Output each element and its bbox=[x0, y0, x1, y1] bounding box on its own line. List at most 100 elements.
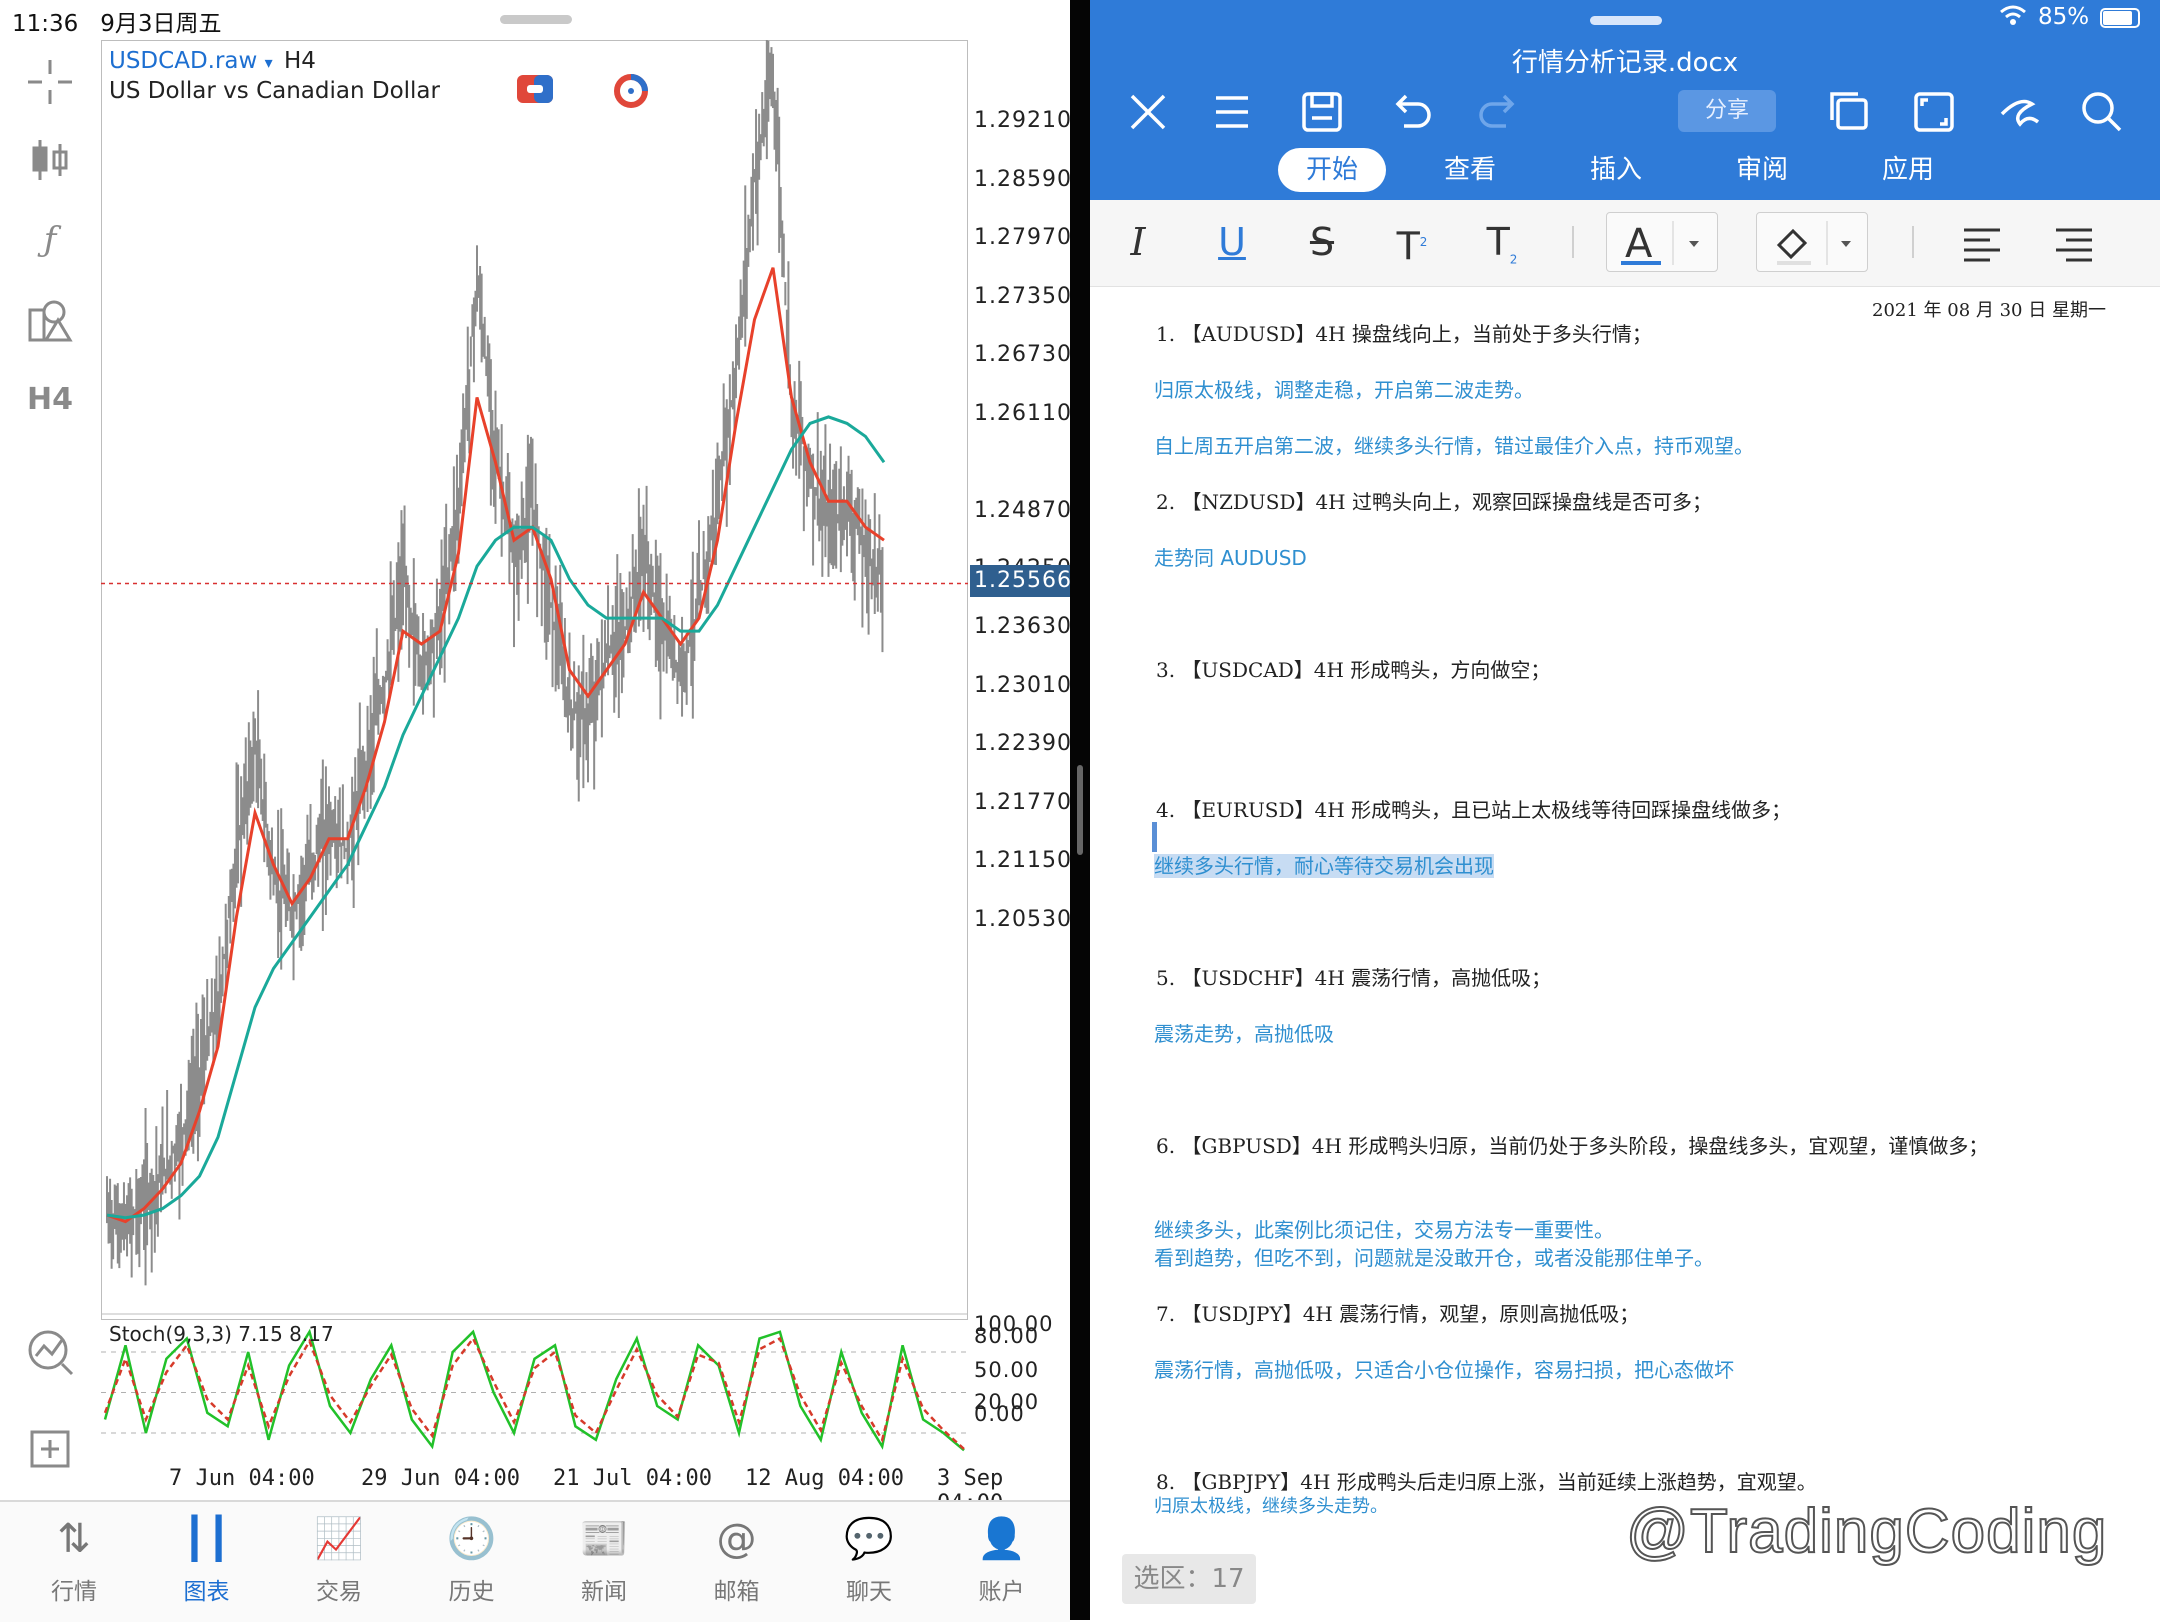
font-color-dropdown[interactable]: A bbox=[1606, 212, 1718, 272]
chart-icon: ┃┃ bbox=[182, 1516, 231, 1562]
price-tick-label: 1.21150 bbox=[974, 848, 1072, 873]
paragraph-text: 看到趋势，但吃不到，问题就是没敢开仓，或者没能那住单子。 bbox=[1154, 1246, 1714, 1270]
copy-pages-icon[interactable] bbox=[1822, 84, 1878, 140]
numbered-paragraph[interactable]: 5. 【USDCHF】4H 震荡行情，高抛低吸； bbox=[1156, 962, 1551, 991]
toolbar-divider bbox=[1572, 226, 1574, 258]
stoch-tick-label: 80.00 bbox=[974, 1324, 1040, 1348]
highlight-dropdown[interactable] bbox=[1756, 212, 1868, 272]
document-title[interactable]: 行情分析记录.docx bbox=[1090, 42, 2160, 79]
paragraph-text: 3. 【USDCAD】4H 形成鸭头，方向做空； bbox=[1156, 658, 1551, 682]
moving-average-slow bbox=[106, 415, 886, 1220]
stoch-signal-line bbox=[103, 1336, 965, 1450]
menu-icon[interactable] bbox=[1204, 84, 1260, 140]
nav-label: 新闻 bbox=[581, 1579, 627, 1605]
align-right-icon[interactable] bbox=[2044, 212, 2104, 272]
numbered-paragraph[interactable]: 7. 【USDJPY】4H 震荡行情，观望，原则高抛低吸； bbox=[1156, 1298, 1639, 1327]
nav-item-chart[interactable]: ┃┃ 图表 bbox=[141, 1502, 273, 1622]
comment-paragraph[interactable]: 震荡走势，高抛低吸 bbox=[1154, 1018, 1334, 1047]
pen-icon[interactable] bbox=[1992, 84, 2048, 140]
paragraph-text: 8. 【GBPJPY】4H 形成鸭头后走归原上涨，当前延续上涨趋势，宜观望。 bbox=[1156, 1470, 1817, 1494]
account-icon: 👤 bbox=[976, 1516, 1027, 1562]
time-axis: 7 Jun 04:00 29 Jun 04:00 21 Jul 04:00 12 Au… bbox=[101, 1466, 1070, 1516]
nav-item-news[interactable]: 📰 新闻 bbox=[538, 1502, 670, 1622]
price-tick-label: 1.28590 bbox=[974, 167, 1072, 192]
comment-paragraph[interactable]: 归原太极线，继续多头走势。 bbox=[1154, 1492, 1388, 1518]
paragraph-text: 归原太极线，调整走稳，开启第二波走势。 bbox=[1154, 378, 1534, 402]
comment-paragraph[interactable]: 走势同 AUDUSD bbox=[1154, 542, 1307, 571]
close-icon[interactable] bbox=[1120, 84, 1176, 140]
comment-paragraph[interactable]: 震荡行情，高抛低吸，只适合小仓位操作，容易扫损，把心态做坏 bbox=[1154, 1354, 1734, 1383]
tab-1[interactable]: 查看 bbox=[1420, 148, 1520, 192]
indicator-f-icon[interactable]: ƒ bbox=[24, 214, 76, 266]
nav-item-chat[interactable]: 💬 聊天 bbox=[803, 1502, 935, 1622]
numbered-paragraph[interactable]: 8. 【GBPJPY】4H 形成鸭头后走归原上涨，当前延续上涨趋势，宜观望。 bbox=[1156, 1466, 1817, 1495]
nav-item-history[interactable]: 🕘 历史 bbox=[406, 1502, 538, 1622]
superscript-icon[interactable]: T2 bbox=[1382, 212, 1442, 272]
tab-4[interactable]: 应用 bbox=[1858, 148, 1958, 192]
paragraph-text: 7. 【USDJPY】4H 震荡行情，观望，原则高抛低吸； bbox=[1156, 1302, 1640, 1326]
search-icon[interactable] bbox=[2074, 84, 2130, 140]
comment-paragraph[interactable]: 继续多头行情，耐心等待交易机会出现 bbox=[1154, 850, 1494, 879]
price-bars bbox=[106, 40, 884, 1286]
selection-handle[interactable] bbox=[1152, 822, 1157, 852]
italic-icon[interactable]: I bbox=[1108, 212, 1168, 272]
selection-count: 选区：17 bbox=[1122, 1554, 1256, 1604]
numbered-paragraph[interactable]: 3. 【USDCAD】4H 形成鸭头，方向做空； bbox=[1156, 654, 1550, 683]
redo-icon[interactable] bbox=[1470, 84, 1526, 140]
status-time: 11:36 9月3日周五 bbox=[12, 11, 222, 37]
add-window-icon[interactable] bbox=[24, 1422, 76, 1474]
comment-paragraph[interactable]: 自上周五开启第二波，继续多头行情，错过最佳介入点，持币观望。 bbox=[1154, 430, 1754, 459]
numbered-paragraph[interactable]: 4. 【EURUSD】4H 形成鸭头，且已站上太极线等待回踩操盘线做多； bbox=[1156, 794, 1791, 823]
nav-item-account[interactable]: 👤 账户 bbox=[936, 1502, 1068, 1622]
tab-3[interactable]: 审阅 bbox=[1712, 148, 1812, 192]
bottom-navigation: ⇅ 行情 ┃┃ 图表 📈 交易 🕘 历史 📰 新闻 @ 邮箱 💬 聊天 👤 账户 bbox=[0, 1500, 1070, 1622]
paragraph-text: 震荡行情，高抛低吸，只适合小仓位操作，容易扫损，把心态做坏 bbox=[1154, 1358, 1734, 1382]
save-icon[interactable] bbox=[1294, 84, 1350, 140]
tab-2[interactable]: 插入 bbox=[1566, 148, 1666, 192]
comment-paragraph[interactable]: 继续多头，此案例比须记住，交易方法专一重要性。 bbox=[1154, 1214, 1614, 1243]
nav-label: 交易 bbox=[316, 1579, 362, 1605]
news-icon: 📰 bbox=[579, 1516, 629, 1562]
time-tick-label: 12 Aug 04:00 bbox=[745, 1466, 904, 1491]
crosshair-icon[interactable] bbox=[24, 56, 76, 108]
nav-item-trade[interactable]: 📈 交易 bbox=[273, 1502, 405, 1622]
paragraph-text: 1. 【AUDUSD】4H 操盘线向上，当前处于多头行情； bbox=[1156, 322, 1652, 346]
numbered-paragraph[interactable]: 6. 【GBPUSD】4H 形成鸭头归原，当前仍处于多头阶段，操盘线多头，宜观望… bbox=[1156, 1130, 1988, 1159]
subscript-icon[interactable]: T2 bbox=[1472, 212, 1532, 272]
numbered-paragraph[interactable]: 2. 【NZDUSD】4H 过鸭头向上，观察回踩操盘线是否可多； bbox=[1156, 486, 1712, 515]
indicators-icon[interactable] bbox=[24, 1326, 76, 1378]
left-multitask-grabber[interactable] bbox=[500, 15, 572, 24]
split-view-handle[interactable] bbox=[1077, 765, 1083, 855]
svg-text:A: A bbox=[1625, 221, 1653, 267]
shapes-icon[interactable] bbox=[24, 294, 76, 346]
right-multitask-grabber[interactable] bbox=[1590, 16, 1662, 25]
price-tick-label: 1.24870 bbox=[974, 498, 1072, 523]
align-left-icon[interactable] bbox=[1952, 212, 2012, 272]
comment-paragraph[interactable]: 看到趋势，但吃不到，问题就是没敢开仓，或者没能那住单子。 bbox=[1154, 1242, 1714, 1271]
stoch-tick-label: 50.00 bbox=[974, 1358, 1040, 1382]
wifi-icon bbox=[1998, 4, 2028, 32]
price-chart[interactable] bbox=[101, 40, 970, 1466]
paragraph-text: 自上周五开启第二波，继续多头行情，错过最佳介入点，持币观望。 bbox=[1154, 434, 1754, 458]
share-button[interactable]: 分享 bbox=[1678, 90, 1776, 132]
stochastic-axis: 100.00 80.00 50.00 20.00 0.00 bbox=[970, 1312, 1070, 1466]
fullscreen-icon[interactable] bbox=[1906, 84, 1962, 140]
paragraph-text: 2. 【NZDUSD】4H 过鸭头向上，观察回踩操盘线是否可多； bbox=[1156, 490, 1712, 514]
nav-item-quotes[interactable]: ⇅ 行情 bbox=[8, 1502, 140, 1622]
timeframe-button[interactable]: H4 bbox=[24, 374, 76, 426]
nav-item-mail[interactable]: @ 邮箱 bbox=[671, 1502, 803, 1622]
underline-icon[interactable]: U bbox=[1202, 212, 1262, 272]
numbered-paragraph[interactable]: 1. 【AUDUSD】4H 操盘线向上，当前处于多头行情； bbox=[1156, 318, 1652, 347]
battery-level bbox=[2103, 11, 2132, 25]
tab-0[interactable]: 开始 bbox=[1278, 148, 1386, 192]
paragraph-text: 继续多头行情，耐心等待交易机会出现 bbox=[1154, 854, 1494, 878]
price-tick-label: 1.23010 bbox=[974, 673, 1072, 698]
watermark-text: @TradingCoding bbox=[1625, 1496, 2108, 1567]
strikethrough-icon[interactable]: S bbox=[1292, 212, 1352, 272]
comment-paragraph[interactable]: 归原太极线，调整走稳，开启第二波走势。 bbox=[1154, 374, 1534, 403]
stochastic-label: Stoch(9,3,3) 7.15 8.17 bbox=[109, 1322, 334, 1346]
undo-icon[interactable] bbox=[1384, 84, 1440, 140]
nav-label: 图表 bbox=[183, 1579, 230, 1605]
candlestick-icon[interactable] bbox=[24, 134, 76, 186]
price-tick-label: 1.26110 bbox=[974, 401, 1072, 426]
